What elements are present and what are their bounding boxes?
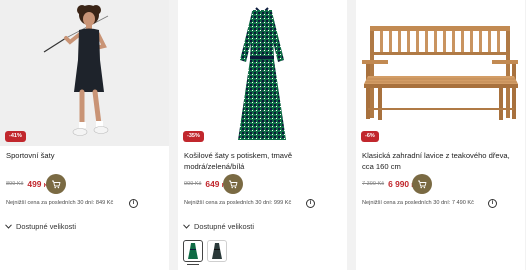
current-price-value: 499 — [27, 179, 42, 189]
cart-icon — [418, 180, 427, 189]
teak-bench-photo — [362, 26, 518, 120]
lowest-price-note: Nejnižší cena za posledních 30 dní: 849 … — [6, 200, 114, 206]
available-sizes-label: Dostupné velikosti — [194, 222, 254, 231]
add-to-cart-button[interactable] — [46, 174, 66, 194]
cart-icon — [52, 180, 61, 189]
dress-thumbnail-green — [188, 243, 198, 259]
discount-badge: -6% — [361, 131, 379, 142]
product-title[interactable]: Sportovní šaty — [6, 150, 164, 161]
cart-icon — [229, 180, 238, 189]
product-card[interactable]: -35% Košilové šaty s potiskem, tmavě mod… — [178, 0, 347, 270]
discount-badge: -35% — [183, 131, 204, 142]
lowest-price-note: Nejnižší cena za posledních 30 dní: 999 … — [184, 200, 292, 206]
current-price-value: 649 — [205, 179, 220, 189]
product-image[interactable]: -35% — [178, 0, 347, 146]
price-row: 7 399 Kč 6 990 Kč — [362, 174, 419, 194]
chevron-down-icon — [5, 224, 12, 229]
available-sizes-toggle[interactable]: Dostupné velikosti — [183, 222, 254, 231]
color-swatch-green[interactable] — [183, 240, 203, 265]
info-icon[interactable]: i — [306, 199, 315, 208]
add-to-cart-button[interactable] — [223, 174, 243, 194]
shirt-dress-photo — [238, 7, 286, 140]
lowest-price-note: Nejnižší cena za posledních 30 dní: 7 49… — [362, 200, 474, 206]
product-card[interactable]: -6% Klasická zahradní lavice z teakového… — [356, 0, 525, 270]
available-sizes-label: Dostupné velikosti — [16, 222, 76, 231]
price-row: 899 Kč 499 Kč — [6, 174, 51, 194]
product-title[interactable]: Košilové šaty s potiskem, tmavě modrá/ze… — [184, 150, 342, 172]
product-card[interactable]: -41% Sportovní šaty 899 Kč 499 Kč Nejniž… — [0, 0, 169, 270]
available-sizes-toggle[interactable]: Dostupné velikosti — [5, 222, 76, 231]
woman-golfer-photo — [43, 5, 109, 136]
old-price: 7 399 Kč — [362, 181, 385, 187]
info-icon[interactable]: i — [129, 199, 138, 208]
color-swatch-dark[interactable] — [207, 240, 227, 262]
add-to-cart-button[interactable] — [412, 174, 432, 194]
discount-badge: -41% — [5, 131, 26, 142]
product-image[interactable]: -41% — [0, 0, 169, 146]
info-icon[interactable]: i — [488, 199, 497, 208]
product-image[interactable]: -6% — [356, 0, 525, 146]
chevron-down-icon — [183, 224, 190, 229]
old-price: 999 Kč — [184, 181, 202, 187]
current-price-value: 6 990 — [388, 179, 410, 189]
old-price: 899 Kč — [6, 181, 24, 187]
product-title[interactable]: Klasická zahradní lavice z teakového dře… — [362, 150, 520, 172]
dress-thumbnail-dark — [212, 243, 222, 259]
